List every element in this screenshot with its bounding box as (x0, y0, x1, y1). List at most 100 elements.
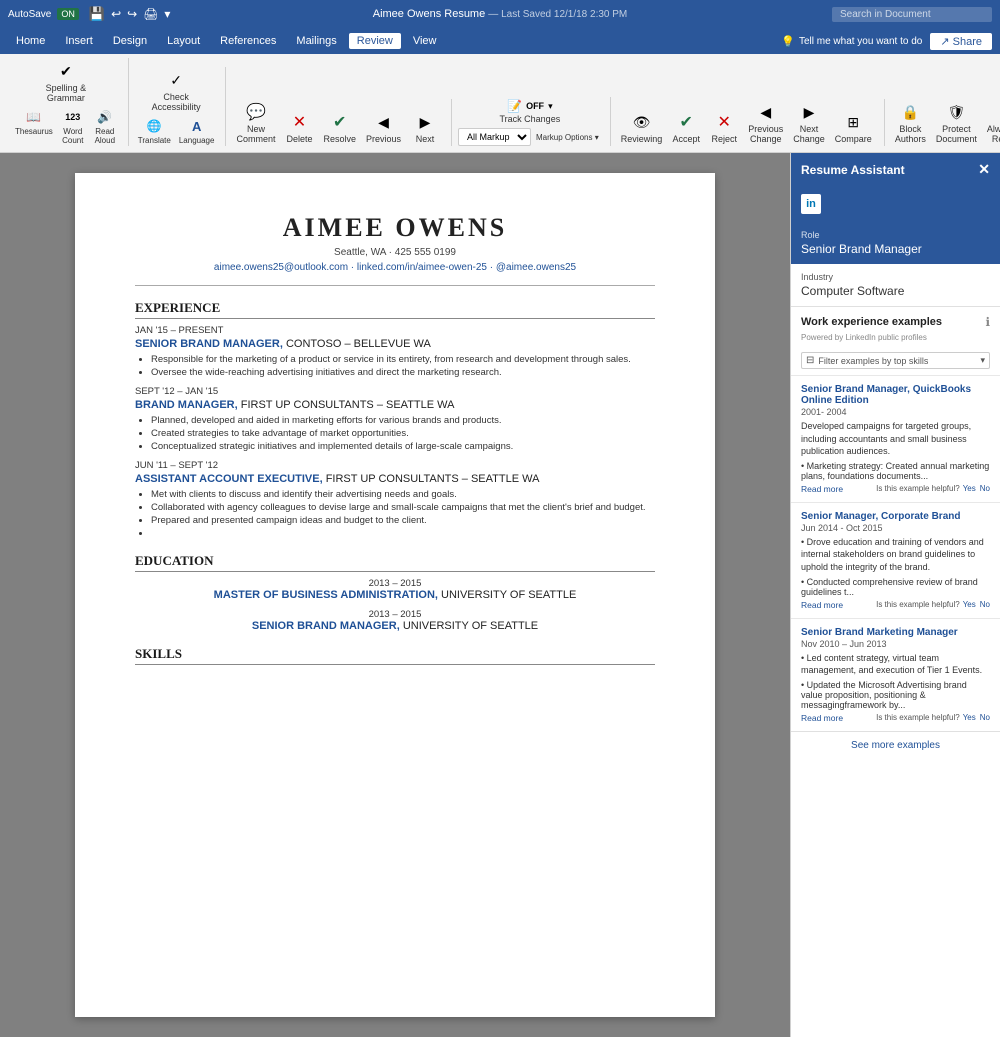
menu-design[interactable]: Design (105, 33, 155, 49)
more-icon[interactable]: ▾ (164, 7, 170, 21)
ra-examples-header: Work experience examples ℹ (791, 307, 1000, 333)
save-icon[interactable]: 💾 (89, 6, 105, 22)
ra-panel-header: Resume Assistant ✕ (791, 153, 1000, 186)
compare-button[interactable]: ⊞ Compare (831, 109, 876, 146)
undo-icon[interactable]: ↩ (111, 7, 121, 21)
menu-review[interactable]: Review (349, 33, 401, 49)
document-area[interactable]: AIMEE OWENS Seattle, WA · 425 555 0199 a… (0, 153, 790, 1037)
accessibility-icon: ✓ (165, 69, 187, 91)
protect-document-button[interactable]: 🛡 ProtectDocument (932, 99, 981, 146)
job-2-bullet-2: Created strategies to take advantage of … (151, 428, 655, 439)
menu-home[interactable]: Home (8, 33, 53, 49)
ribbon-group-proofing: ✔ Spelling &Grammar 📖 Thesaurus 123 Word… (8, 58, 129, 146)
accept-button[interactable]: ✔ Accept (668, 109, 704, 146)
track-changes-button[interactable]: 📝 OFF ▾ Track Changes (458, 97, 602, 126)
thesaurus-button[interactable]: 📖 Thesaurus (12, 107, 56, 146)
print-icon[interactable]: 🖨 (143, 7, 158, 21)
ra-example-1-read-more[interactable]: Read more (801, 484, 843, 494)
linkedin-icon: in (801, 194, 821, 214)
ra-example-1-yes[interactable]: Yes (963, 484, 976, 493)
ra-close-button[interactable]: ✕ (978, 161, 990, 178)
read-aloud-button[interactable]: 🔊 ReadAloud (90, 107, 120, 146)
resolve-button[interactable]: ✔ Resolve (319, 109, 360, 146)
edu-1-years: 2013 – 2015 (135, 578, 655, 589)
ra-example-2-yes-no: Yes No (963, 600, 990, 609)
check-accessibility-button[interactable]: ✓ CheckAccessibility (148, 67, 205, 114)
ra-role-value[interactable]: Senior Brand Manager (801, 242, 990, 256)
menu-bar-right: 💡 Tell me what you want to do ↗ Share (781, 33, 992, 50)
job-3-header: ASSISTANT ACCOUNT EXECUTIVE, FIRST UP CO… (135, 473, 655, 485)
next-comment-button[interactable]: ▶ Next (407, 109, 443, 146)
protect-doc-icon: 🛡 (945, 101, 967, 123)
skills-section-title: SKILLS (135, 646, 655, 665)
search-input[interactable] (832, 7, 992, 22)
language-button[interactable]: A Language (176, 116, 218, 146)
menu-view[interactable]: View (405, 33, 445, 49)
spelling-grammar-button[interactable]: ✔ Spelling &Grammar (42, 58, 91, 105)
ra-title: Resume Assistant (801, 163, 905, 177)
markup-options-button[interactable]: Markup Options ▾ (533, 132, 602, 143)
delete-comment-button[interactable]: ✕ Delete (281, 109, 317, 146)
read-aloud-icon: 🔊 (96, 108, 114, 126)
prev-change-button[interactable]: ◀ PreviousChange (744, 99, 787, 146)
reject-button[interactable]: ✕ Reject (706, 109, 742, 146)
prev-change-label: PreviousChange (748, 124, 783, 144)
job-2-bullet-3: Conceptualized strategic initiatives and… (151, 441, 655, 452)
redo-icon[interactable]: ↪ (127, 7, 137, 21)
ra-industry-value[interactable]: Computer Software (801, 284, 990, 298)
block-authors-icon: 🔒 (899, 101, 921, 123)
ra-example-2-yes[interactable]: Yes (963, 600, 976, 609)
word-count-icon: 123 (64, 108, 82, 126)
markup-select[interactable]: All Markup (458, 128, 531, 146)
resolve-label: Resolve (323, 134, 356, 144)
menu-insert[interactable]: Insert (57, 33, 101, 49)
ra-role-label: Role (801, 230, 990, 240)
ra-info-icon[interactable]: ℹ (985, 315, 990, 329)
ra-example-2-no[interactable]: No (980, 600, 990, 609)
ra-examples-title: Work experience examples (801, 316, 942, 328)
menu-layout[interactable]: Layout (159, 33, 208, 49)
ra-example-3-yes[interactable]: Yes (963, 713, 976, 722)
translate-icon: 🌐 (145, 117, 163, 135)
share-icon: ↗ (940, 36, 949, 48)
share-button[interactable]: ↗ Share (930, 33, 992, 50)
tell-me-box[interactable]: 💡 Tell me what you want to do (781, 35, 922, 48)
ribbon-group-protect: 🔒 BlockAuthors 🛡 ProtectDocument 📄 Alway… (887, 99, 1000, 146)
title-bar-right (832, 7, 992, 22)
reviewing-button[interactable]: 👁 Reviewing (617, 109, 667, 146)
track-changes-icon: 📝 (507, 99, 522, 113)
resume-contact: Seattle, WA · 425 555 0199 (135, 247, 655, 258)
ra-example-3-read-more[interactable]: Read more (801, 713, 843, 723)
job-2-bullets: Planned, developed and aided in marketin… (151, 415, 655, 452)
new-comment-button[interactable]: 💬 NewComment (232, 99, 279, 146)
word-count-button[interactable]: 123 WordCount (58, 107, 88, 146)
filter-dropdown-icon[interactable]: ▾ (980, 355, 985, 366)
readonly-label: Always OpenRead-Only (987, 124, 1000, 144)
accessibility-label: CheckAccessibility (152, 92, 201, 112)
job-2-company-text: FIRST UP CONSULTANTS – SEATTLE WA (241, 399, 455, 411)
compare-icon: ⊞ (842, 111, 864, 133)
ra-example-3-no[interactable]: No (980, 713, 990, 722)
always-open-readonly-button[interactable]: 📄 Always OpenRead-Only (983, 99, 1000, 146)
translate-button[interactable]: 🌐 Translate (135, 116, 174, 146)
job-3-company-text: FIRST UP CONSULTANTS – SEATTLE WA (326, 473, 540, 485)
spelling-icon: ✔ (55, 60, 77, 82)
job-1-bullet-2: Oversee the wide-reaching advertising in… (151, 367, 655, 378)
ra-see-more-button[interactable]: See more examples (791, 731, 1000, 759)
thesaurus-icon: 📖 (25, 108, 43, 126)
menu-mailings[interactable]: Mailings (288, 33, 344, 49)
menu-references[interactable]: References (212, 33, 284, 49)
ra-example-2-read-more[interactable]: Read more (801, 600, 843, 610)
autosave-toggle[interactable]: ON (57, 8, 79, 20)
delete-comment-label: Delete (286, 134, 312, 144)
block-authors-button[interactable]: 🔒 BlockAuthors (891, 99, 930, 146)
job-3-bullet-2: Collaborated with agency colleagues to d… (151, 502, 655, 513)
job-2-date: SEPT '12 – JAN '15 (135, 386, 655, 397)
previous-comment-button[interactable]: ◀ Previous (362, 109, 405, 146)
next-change-button[interactable]: ▶ NextChange (789, 99, 829, 146)
job-3-date: JUN '11 – SEPT '12 (135, 460, 655, 471)
job-2-bullet-1: Planned, developed and aided in marketin… (151, 415, 655, 426)
ra-example-1-no[interactable]: No (980, 484, 990, 493)
job-3-title: ASSISTANT ACCOUNT EXECUTIVE, (135, 473, 323, 485)
title-bar: AutoSave ON 💾 ↩ ↪ 🖨 ▾ Aimee Owens Resume… (0, 0, 1000, 28)
